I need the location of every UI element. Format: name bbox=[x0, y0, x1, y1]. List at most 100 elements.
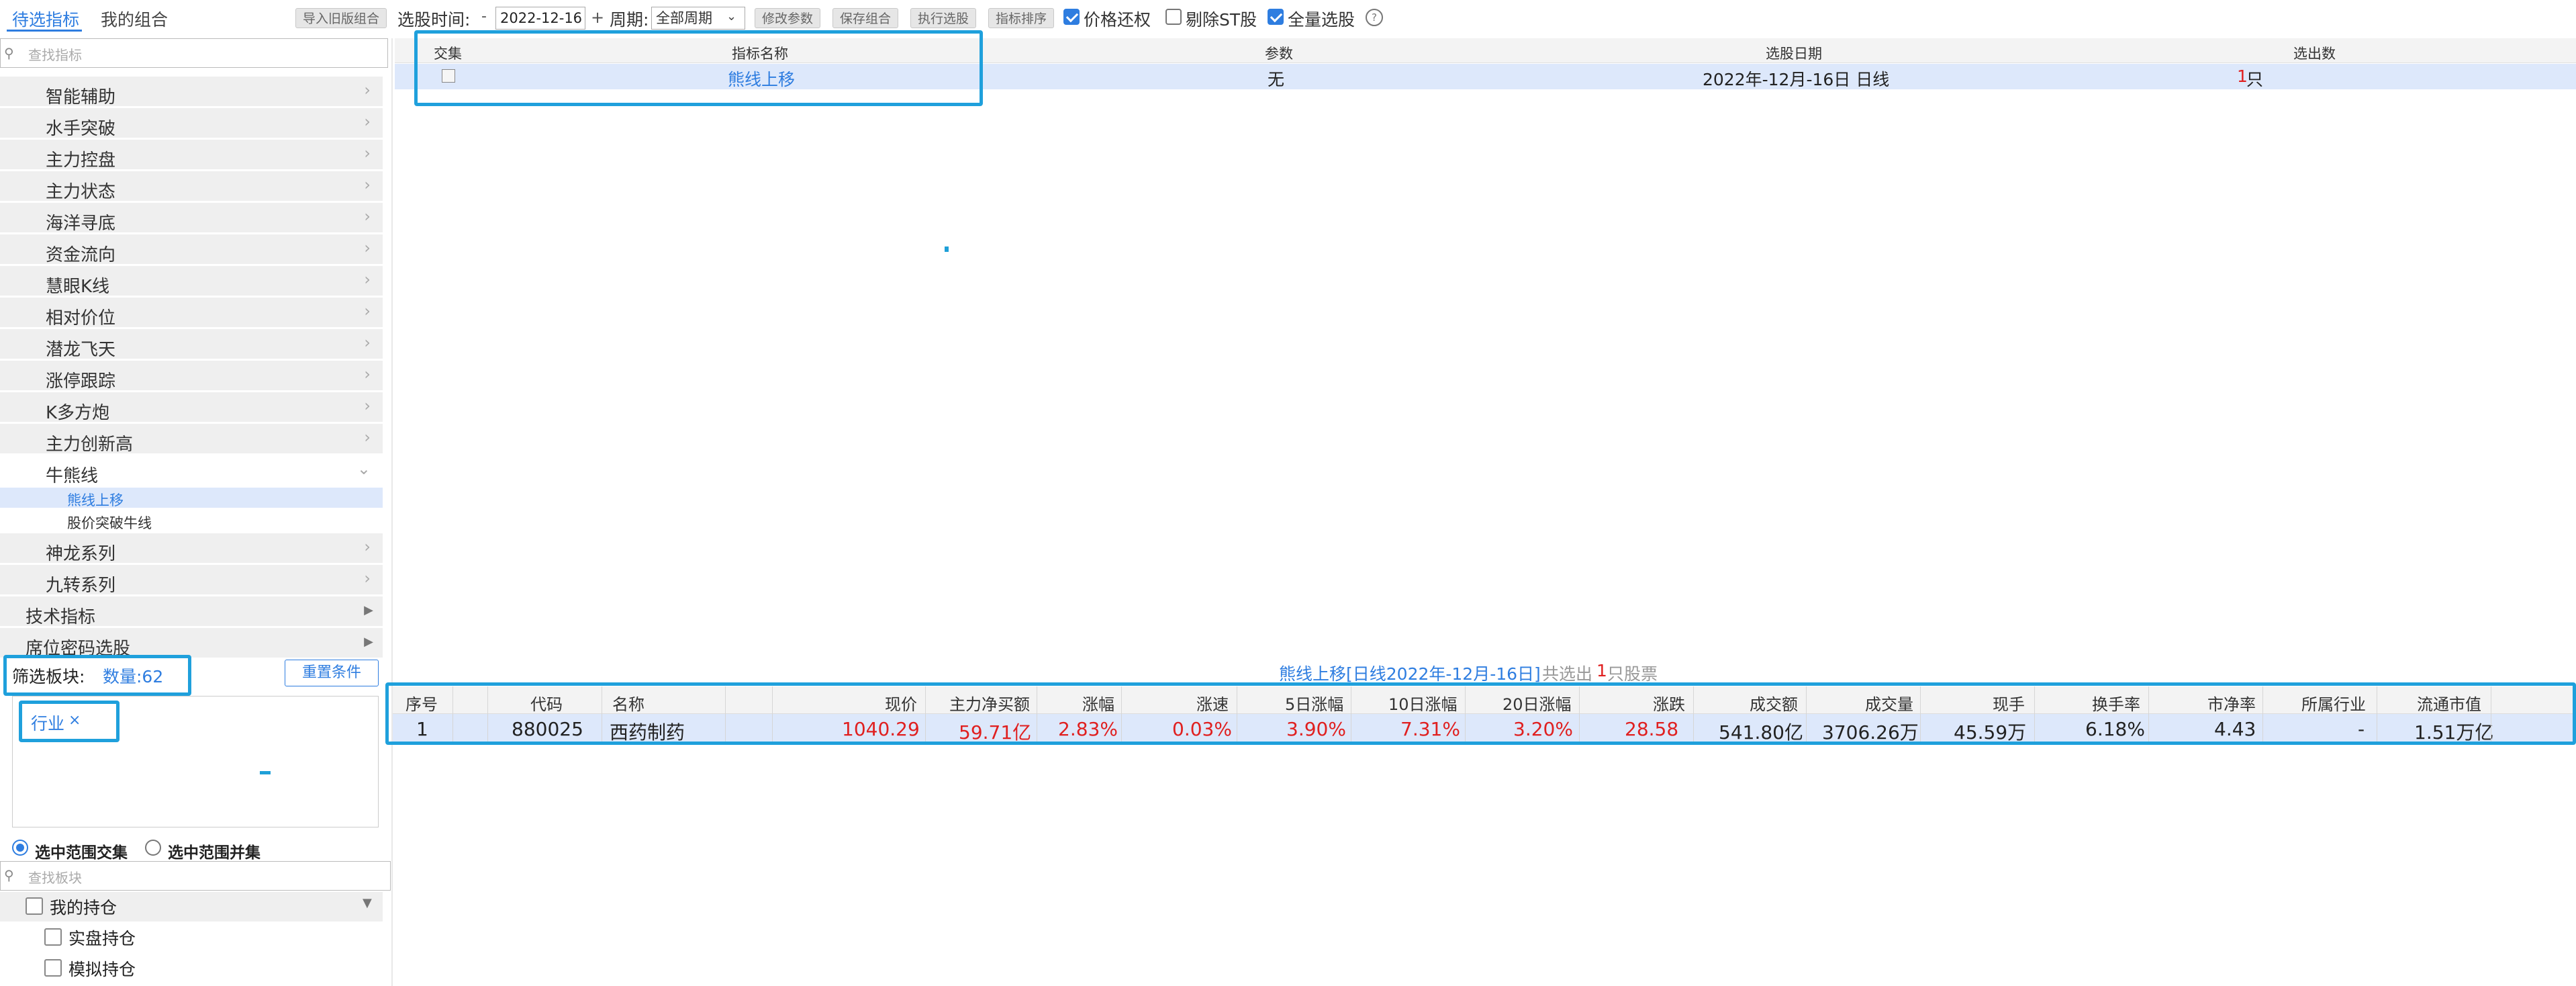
indicator-date: 2022年-12月-16日 日线 bbox=[1703, 70, 1890, 89]
top-menu-item[interactable]: 席位密码选股 ▶ bbox=[0, 628, 383, 659]
chevron-right-icon: › bbox=[364, 270, 371, 289]
menu-item-label: 慧眼K线 bbox=[46, 277, 110, 297]
search-icon: ⚲ bbox=[4, 867, 14, 883]
search-icon: ⚲ bbox=[4, 45, 14, 61]
intersection-radio[interactable] bbox=[12, 840, 28, 856]
submenu-item-selected[interactable]: 熊线上移 bbox=[0, 488, 383, 508]
industry-tag-highlight-box bbox=[19, 701, 120, 742]
active-tab-underline bbox=[7, 30, 82, 32]
chevron-right-icon: › bbox=[364, 333, 371, 352]
menu-item-label: 资金流向 bbox=[46, 245, 116, 265]
intersection-radio-label: 选中范围交集 bbox=[35, 844, 128, 862]
help-icon[interactable]: ? bbox=[1366, 9, 1383, 26]
chevron-right-icon: › bbox=[364, 112, 371, 131]
menu-item-label: 主力控盘 bbox=[46, 150, 116, 171]
union-radio[interactable] bbox=[145, 840, 161, 856]
menu-item[interactable]: 主力控盘 › bbox=[0, 140, 383, 171]
loading-dot bbox=[945, 246, 949, 252]
menu-item[interactable]: 慧眼K线 › bbox=[0, 266, 383, 297]
menu-item[interactable]: 九转系列 › bbox=[0, 565, 383, 596]
text-cursor bbox=[260, 771, 271, 774]
select-time-label: 选股时间: bbox=[397, 10, 471, 30]
filter-count-highlight-box bbox=[3, 655, 191, 696]
menu-item[interactable]: 主力状态 › bbox=[0, 171, 383, 202]
top-menu-item-label: 技术指标 bbox=[26, 607, 96, 627]
chevron-down-icon: ⌄ bbox=[356, 459, 371, 478]
indicator-param: 无 bbox=[1268, 70, 1285, 89]
results-summary-suffix: 只股票 bbox=[1607, 664, 1658, 684]
chevron-right-icon: › bbox=[364, 302, 371, 320]
my-holdings-checkbox[interactable] bbox=[26, 897, 43, 915]
menu-item[interactable]: 神龙系列 › bbox=[0, 533, 383, 564]
top-menu-item[interactable]: 技术指标 ▶ bbox=[0, 596, 383, 627]
col-param-header: 参数 bbox=[1265, 46, 1293, 62]
tab-my-combos[interactable]: 我的组合 bbox=[101, 7, 168, 31]
block-search-placeholder: 查找板块 bbox=[28, 870, 82, 886]
menu-item[interactable]: 水手突破 › bbox=[0, 108, 383, 139]
chevron-right-icon: › bbox=[364, 365, 371, 384]
full-select-label: 全量选股 bbox=[1288, 10, 1355, 30]
my-holdings-label: 我的持仓 bbox=[50, 898, 117, 917]
indicator-count-unit: 只 bbox=[2246, 70, 2264, 89]
menu-item-label: 主力创新高 bbox=[46, 435, 134, 455]
submenu-item-label: 股价突破牛线 bbox=[67, 515, 152, 531]
tab-pending-indicators[interactable]: 待选指标 bbox=[12, 7, 79, 31]
menu-item[interactable]: 资金流向 › bbox=[0, 234, 383, 265]
results-title: 熊线上移[日线2022年-12月-16日] bbox=[1279, 664, 1541, 684]
menu-item[interactable]: 涨停跟踪 › bbox=[0, 361, 383, 392]
menu-item-label: 潜龙飞天 bbox=[46, 340, 116, 360]
menu-item[interactable]: 相对价位 › bbox=[0, 298, 383, 328]
run-select-button[interactable]: 执行选股 bbox=[910, 8, 977, 28]
remove-st-checkbox[interactable] bbox=[1165, 9, 1182, 25]
chevron-right-icon: › bbox=[364, 175, 371, 194]
union-radio-label: 选中范围并集 bbox=[168, 844, 260, 862]
results-summary-count: 1 bbox=[1596, 661, 1607, 680]
import-old-combo-button[interactable]: 导入旧版组合 bbox=[295, 8, 387, 28]
price-restore-checkbox[interactable] bbox=[1063, 9, 1080, 25]
menu-item-label: 智能辅助 bbox=[46, 87, 116, 107]
menu-item-label: 神龙系列 bbox=[46, 544, 116, 564]
period-label: 周期: bbox=[610, 10, 649, 30]
menu-item-label: 九转系列 bbox=[46, 576, 116, 596]
full-select-checkbox[interactable] bbox=[1268, 9, 1284, 25]
chevron-right-icon: › bbox=[364, 144, 371, 163]
indicator-sort-button[interactable]: 指标排序 bbox=[988, 8, 1055, 28]
sim-holdings-checkbox[interactable] bbox=[44, 959, 62, 977]
indicator-search-placeholder: 查找指标 bbox=[28, 47, 82, 63]
chevron-right-icon: › bbox=[364, 537, 371, 556]
save-combo-button[interactable]: 保存组合 bbox=[832, 8, 899, 28]
submenu-item[interactable]: 股价突破牛线 bbox=[0, 510, 383, 531]
menu-item-label: K多方炮 bbox=[46, 403, 110, 423]
menu-item-expanded[interactable]: 牛熊线 ⌄ bbox=[0, 455, 383, 486]
col-count-header: 选出数 bbox=[2293, 46, 2336, 62]
chevron-right-icon: › bbox=[364, 396, 371, 415]
menu-item[interactable]: 主力创新高 › bbox=[0, 424, 383, 455]
triangle-down-icon[interactable]: ▼ bbox=[363, 896, 372, 910]
date-field[interactable]: 2022-12-16 bbox=[495, 7, 585, 30]
real-holdings-checkbox[interactable] bbox=[44, 928, 62, 946]
chevron-down-icon[interactable]: ⌄ bbox=[726, 9, 736, 24]
col-date-header: 选股日期 bbox=[1766, 46, 1822, 62]
price-restore-label: 价格还权 bbox=[1084, 10, 1151, 30]
indicator-highlight-box bbox=[414, 30, 983, 106]
triangle-right-icon: ▶ bbox=[364, 635, 373, 649]
menu-item-label: 涨停跟踪 bbox=[46, 371, 116, 392]
menu-item[interactable]: K多方炮 › bbox=[0, 392, 383, 423]
modify-params-button[interactable]: 修改参数 bbox=[755, 8, 821, 28]
date-decrement-button[interactable]: - bbox=[481, 8, 487, 25]
panel-divider[interactable] bbox=[391, 38, 393, 986]
chevron-right-icon: › bbox=[364, 428, 371, 447]
results-highlight-box bbox=[385, 682, 2576, 745]
results-summary-prefix: 共选出 bbox=[1542, 664, 1593, 684]
submenu-item-label: 熊线上移 bbox=[67, 492, 124, 508]
reset-conditions-button[interactable]: 重置条件 bbox=[285, 660, 379, 686]
menu-item-label: 相对价位 bbox=[46, 308, 116, 328]
menu-item[interactable]: 潜龙飞天 › bbox=[0, 329, 383, 360]
chevron-right-icon: › bbox=[364, 238, 371, 257]
menu-item-label: 海洋寻底 bbox=[46, 214, 116, 234]
menu-item[interactable]: 智能辅助 › bbox=[0, 77, 383, 107]
remove-st-label: 剔除ST股 bbox=[1186, 10, 1257, 30]
date-increment-button[interactable]: + bbox=[591, 8, 604, 27]
chevron-right-icon: › bbox=[364, 81, 371, 99]
menu-item[interactable]: 海洋寻底 › bbox=[0, 203, 383, 234]
